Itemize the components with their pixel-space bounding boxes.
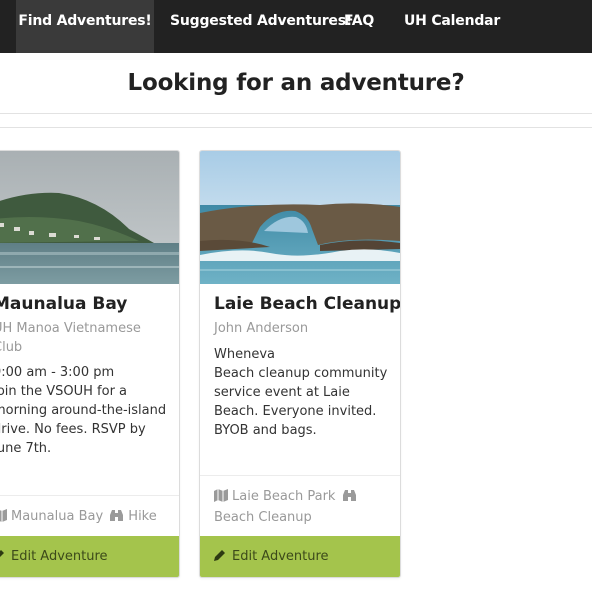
edit-adventure-button[interactable]: Edit Adventure <box>0 536 179 577</box>
card-organizer: UH Manoa Vietnamese Club <box>0 321 141 355</box>
page-title: Looking for an adventure? <box>127 70 465 96</box>
nav-faq[interactable]: FAQ <box>344 0 374 53</box>
card-meta: Laie Beach Park Beach Cleanup <box>214 487 390 527</box>
card-activity[interactable]: Beach Cleanup <box>214 510 312 525</box>
edit-adventure-label: Edit Adventure <box>232 549 329 564</box>
map-icon <box>0 509 7 528</box>
card-description: Beach cleanup community service event at… <box>214 366 388 438</box>
binoculars-icon <box>109 509 124 528</box>
header-divider-top <box>0 113 592 114</box>
header-divider-bottom <box>0 127 592 128</box>
card-location[interactable]: Maunalua Bay <box>11 509 103 524</box>
card-time: Wheneva <box>214 347 275 362</box>
card-activity[interactable]: Hike <box>128 509 156 524</box>
card-image-rock-arch <box>200 151 400 284</box>
card-meta: Maunalua Bay Hike <box>0 507 169 528</box>
nav-find-adventures[interactable]: Find Adventures! <box>16 0 154 53</box>
nav-suggested-adventures[interactable]: Suggested Adventures! <box>170 0 352 53</box>
card-image-coastline <box>0 151 179 284</box>
top-navbar: Find Adventures! Suggested Adventures! F… <box>0 0 592 53</box>
adventure-card-maunalua-bay: Maunalua Bay UH Manoa Vietnamese Club 9:… <box>0 150 180 578</box>
card-divider <box>200 475 400 476</box>
adventure-card-laie-beach-cleanup: Laie Beach Cleanup John Anderson Wheneva… <box>199 150 401 578</box>
edit-adventure-label: Edit Adventure <box>11 549 108 564</box>
card-title[interactable]: Maunalua Bay <box>0 294 127 314</box>
card-organizer: John Anderson <box>214 321 309 336</box>
edit-adventure-button[interactable]: Edit Adventure <box>200 536 400 577</box>
pencil-icon <box>214 537 226 577</box>
map-icon <box>214 489 228 508</box>
card-time: 9:00 am - 3:00 pm <box>0 365 115 380</box>
pencil-icon <box>0 537 5 577</box>
card-divider <box>0 495 179 496</box>
nav-uh-calendar[interactable]: UH Calendar <box>404 0 500 53</box>
card-location[interactable]: Laie Beach Park <box>232 489 335 504</box>
card-description: Join the VSOUH for a morning around-the-… <box>0 384 167 456</box>
binoculars-icon <box>342 489 357 508</box>
card-title[interactable]: Laie Beach Cleanup <box>214 294 400 314</box>
